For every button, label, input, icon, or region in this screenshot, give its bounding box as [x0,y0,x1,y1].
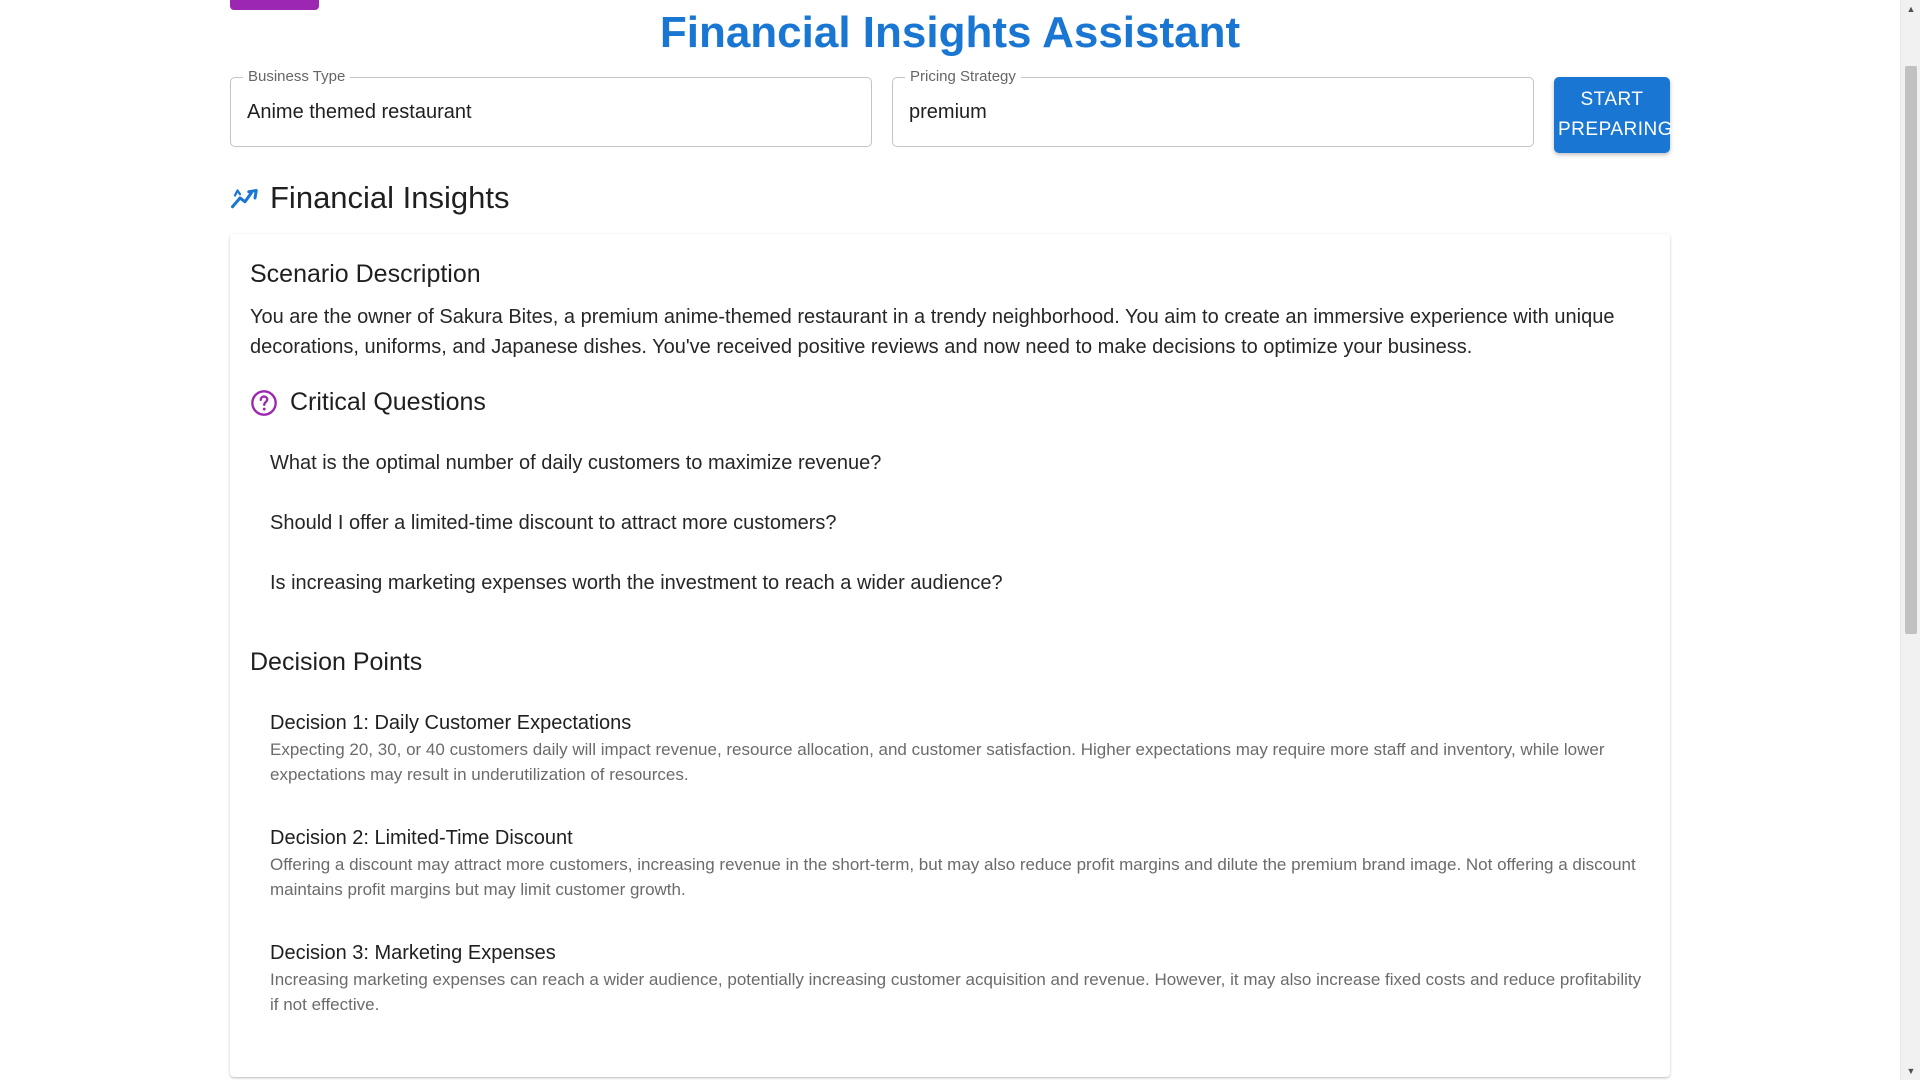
section-title: Financial Insights [270,180,510,215]
insights-card: Scenario Description You are the owner o… [230,234,1670,1077]
scroll-down-arrow-icon[interactable]: ▼ [1901,1062,1920,1080]
start-preparing-button[interactable]: Start Preparing [1554,77,1673,153]
vertical-scrollbar[interactable]: ▲ ▼ [1900,0,1920,1080]
scroll-up-arrow-icon[interactable]: ▲ [1901,0,1920,18]
critical-questions-header: Critical Questions [250,388,486,417]
critical-questions-heading: Critical Questions [290,388,486,416]
business-type-field[interactable]: Business Type [230,69,872,147]
scroll-thumb[interactable] [1905,66,1917,634]
help-circle-icon [251,389,277,416]
financial-insights-header: Financial Insights [230,180,510,216]
app-title: Financial Insights Assistant [659,8,1241,57]
scenario-text: You are the owner of Sakura Bites, a pre… [250,306,1615,358]
question-item: Is increasing marketing expenses worth t… [270,572,1003,594]
question-item: Should I offer a limited-time discount t… [270,512,837,534]
decision-title: Decision 2: Limited-Time Discount [270,827,573,849]
decision-description: Increasing marketing expenses can reach … [270,970,1642,1014]
scenario-heading: Scenario Description [250,260,481,288]
trending-up-icon [231,189,258,209]
decision-description: Offering a discount may attract more cus… [270,855,1636,899]
business-type-input[interactable] [247,78,855,146]
pricing-strategy-input[interactable] [909,78,1517,146]
decision-title: Decision 1: Daily Customer Expectations [270,712,632,734]
decision-points-heading: Decision Points [250,648,423,676]
decision-description: Expecting 20, 30, or 40 customers daily … [270,740,1605,784]
pricing-strategy-field[interactable]: Pricing Strategy [892,69,1534,147]
page: Financial Insights Assistant Business Ty… [0,0,1920,1080]
decision-title: Decision 3: Marketing Expenses [270,942,556,964]
question-item: What is the optimal number of daily cust… [270,452,882,474]
